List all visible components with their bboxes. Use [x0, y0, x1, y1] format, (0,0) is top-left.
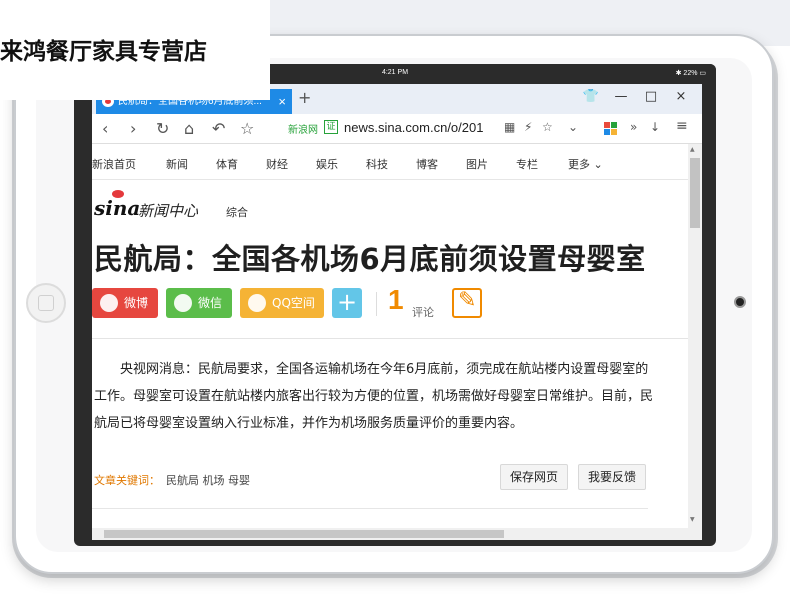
nav-item[interactable]: 博客	[416, 156, 438, 172]
nav-item[interactable]: 财经	[266, 156, 288, 172]
download-icon[interactable]: ↓	[650, 120, 660, 134]
home-icon[interactable]: ⌂	[184, 119, 194, 138]
close-window-button[interactable]: ×	[666, 89, 696, 104]
battery-status: ✱ 22% ▭	[675, 70, 706, 77]
comment-label[interactable]: 评论	[412, 304, 434, 320]
verified-badge[interactable]: 证	[324, 120, 338, 134]
write-comment-icon[interactable]	[452, 288, 482, 318]
bolt-icon[interactable]: ⚡	[524, 120, 532, 134]
forward-icon[interactable]: ›	[130, 119, 136, 138]
camera-icon	[734, 296, 746, 308]
tab-close-icon[interactable]: ×	[278, 89, 286, 114]
weibo-icon	[100, 294, 118, 312]
store-banner: 来鸿餐厅家具专营店	[0, 0, 270, 100]
share-wechat-button[interactable]: 微信	[166, 288, 232, 318]
battery-percent: 22%	[683, 70, 698, 77]
channel-name[interactable]: 新闻中心	[138, 200, 198, 221]
maximize-button[interactable]: □	[636, 89, 666, 104]
address-bar-url[interactable]: news.sina.com.cn/o/201	[344, 120, 483, 135]
page-title: 民航局：全国各机场6月底前须设置母婴室	[94, 242, 646, 276]
apps-icon[interactable]	[604, 122, 617, 135]
back-icon[interactable]: ‹	[102, 119, 108, 138]
scroll-up-icon[interactable]: ▲	[690, 146, 695, 153]
comment-box	[92, 508, 648, 520]
menu-icon[interactable]: ≡	[676, 118, 688, 134]
comment-count[interactable]: 1	[388, 284, 404, 316]
article-body: 央视网消息：民航局要求，全国各运输机场在今年6月底前，须完成在航站楼内设置母婴室…	[94, 362, 654, 431]
share-qzone-button[interactable]: QQ空间	[240, 288, 324, 318]
share-label: 微信	[198, 296, 223, 310]
divider	[376, 292, 377, 316]
share-label: QQ空间	[272, 296, 315, 310]
feedback-button[interactable]: 我要反馈	[578, 464, 646, 490]
nav-item[interactable]: 新浪首页	[92, 156, 136, 172]
article-content: sina 新闻中心 综合 民航局：全国各机场6月底前须设置母婴室 微博 微信 Q…	[92, 180, 688, 520]
minimize-button[interactable]: —	[606, 89, 636, 104]
sina-logo[interactable]: sina	[94, 196, 140, 220]
nav-item[interactable]: 科技	[366, 156, 388, 172]
share-weibo-button[interactable]: 微博	[92, 288, 158, 318]
nav-more[interactable]: 更多 ⌄	[568, 156, 603, 172]
nav-item[interactable]: 体育	[216, 156, 238, 172]
site-nav: 新浪首页 新闻 体育 财经 娱乐 科技 博客 图片 专栏 更多 ⌄	[92, 144, 688, 180]
site-label: 新浪网	[288, 125, 318, 136]
nav-item[interactable]: 图片	[466, 156, 488, 172]
window-controls: 👕 — □ ×	[576, 89, 696, 104]
section-tag[interactable]: 综合	[226, 204, 248, 220]
horizontal-scrollbar[interactable]	[92, 528, 702, 540]
divider	[92, 338, 688, 339]
browser-toolbar: ‹ › ↻ ⌂ ↶ ☆ 新浪网 证 news.sina.com.cn/o/201…	[92, 114, 702, 144]
hscrollbar-thumb[interactable]	[104, 530, 504, 538]
keywords-label: 文章关键词：	[94, 474, 160, 487]
more-share-button[interactable]: +	[332, 288, 362, 318]
home-button-icon	[38, 295, 54, 311]
favorite-star-icon[interactable]: ☆	[542, 120, 553, 134]
nav-item[interactable]: 新闻	[166, 156, 188, 172]
share-label: 微博	[124, 296, 149, 310]
wechat-icon	[174, 294, 192, 312]
save-page-button[interactable]: 保存网页	[500, 464, 568, 490]
new-tab-button[interactable]: +	[298, 88, 311, 107]
reload-icon[interactable]: ↻	[156, 119, 169, 138]
home-button[interactable]	[26, 283, 66, 323]
qr-icon[interactable]: ▦	[504, 120, 515, 134]
ipad-screen: 4:21 PM ✱ 22% ▭ 民航局：全国各机场6月底前须... × + 👕 —…	[74, 64, 716, 546]
keywords[interactable]: 民航局 机场 母婴	[166, 472, 250, 488]
stage: 4:21 PM ✱ 22% ▭ 民航局：全国各机场6月底前须... × + 👕 —…	[0, 0, 790, 599]
more-icon[interactable]: »	[630, 120, 637, 134]
undo-icon[interactable]: ↶	[212, 119, 225, 138]
qzone-star-icon	[248, 294, 266, 312]
scroll-down-icon[interactable]: ▼	[690, 516, 695, 523]
bookmark-star-icon[interactable]: ☆	[240, 119, 254, 138]
nav-item[interactable]: 娱乐	[316, 156, 338, 172]
scrollbar-thumb[interactable]	[690, 158, 700, 228]
dropdown-icon[interactable]: ⌄	[568, 120, 578, 134]
skin-icon[interactable]: 👕	[576, 89, 606, 104]
browser-window: 民航局：全国各机场6月底前须... × + 👕 — □ × ‹ › ↻ ⌂ ↶ ☆ 新…	[92, 84, 702, 540]
nav-item[interactable]: 专栏	[516, 156, 538, 172]
store-title: 来鸿餐厅家具专营店	[0, 39, 207, 65]
